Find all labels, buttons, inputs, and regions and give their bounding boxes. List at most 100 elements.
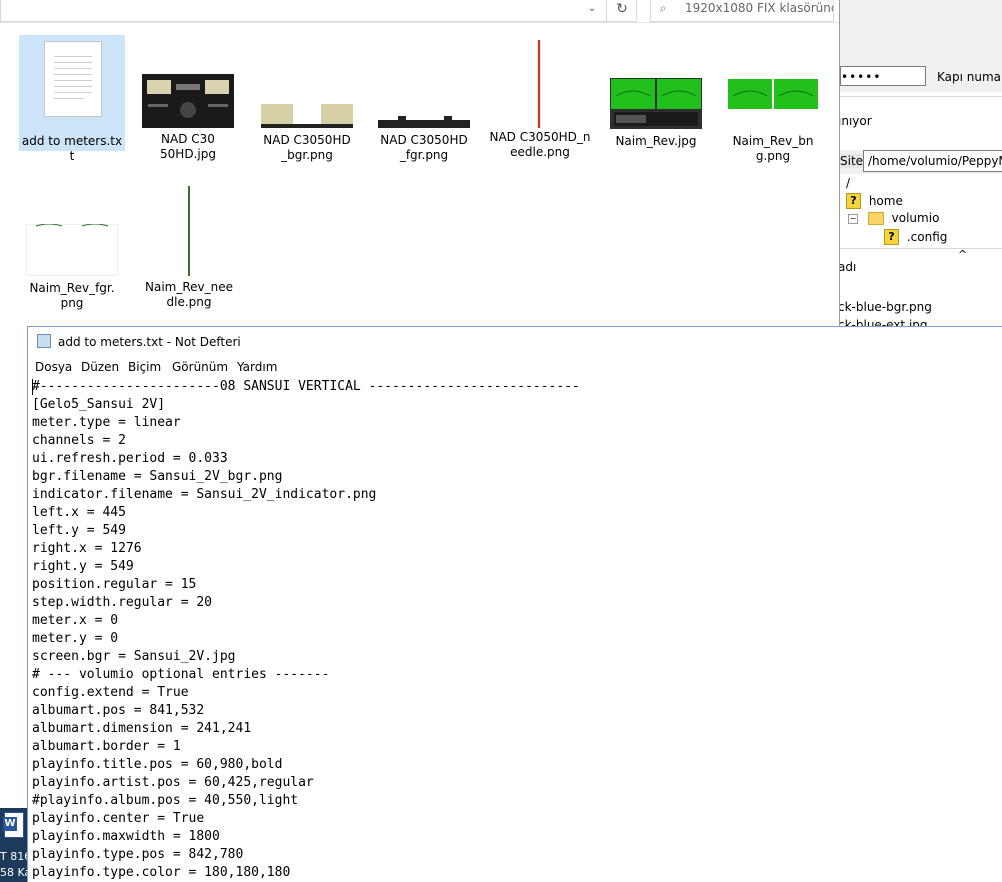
file-name: NAD C3050HD.jpg [160, 132, 216, 161]
text-line: channels = 2 [32, 433, 126, 448]
file-tile-naim-needle[interactable]: Naim_Rev_needle.png [135, 186, 243, 310]
search-input[interactable]: ⌕ 1920x1080 FIX klasöründ... [650, 0, 834, 22]
unknown-folder-icon: ? [846, 193, 861, 209]
file-tile-nad-fgr[interactable]: NAD C3050HD_fgr.png [370, 104, 478, 163]
file-name: NAD C3050HD_needle.png [489, 130, 591, 159]
text-line: playinfo.title.pos = 60,980,bold [32, 757, 283, 772]
status-text: ınıyor [838, 114, 872, 128]
menu-edit[interactable]: Düzen [81, 360, 119, 374]
remote-path-input[interactable]: /home/volumio/PeppyM [863, 150, 1002, 172]
unknown-folder-icon: ? [884, 229, 899, 245]
text-line: playinfo.artist.pos = 60,425,regular [32, 775, 314, 790]
explorer-address-row: ⌄ ↻ ⌕ 1920x1080 FIX klasöründ... [0, 0, 839, 23]
text-line: left.x = 445 [32, 505, 126, 520]
text-line: #playinfo.album.pos = 40,550,light [32, 793, 299, 808]
taskbar-label: T 816 [0, 850, 27, 863]
file-tile-naim-bng[interactable]: Naim_Rev_bng.png [719, 78, 827, 164]
word-document-icon[interactable]: W [3, 812, 24, 838]
text-line: # --- volumio optional entries ------- [32, 667, 330, 682]
column-header-name[interactable]: adı [838, 260, 856, 274]
search-placeholder: 1920x1080 FIX klasöründ... [685, 1, 834, 15]
text-line: albumart.border = 1 [32, 739, 181, 754]
text-line: position.regular = 15 [32, 577, 197, 592]
text-line: albumart.pos = 841,532 [32, 703, 205, 718]
taskbar-label: 58 Ka [0, 866, 27, 879]
text-line: meter.y = 0 [32, 631, 119, 646]
text-line: bgr.filename = Sansui_2V_bgr.png [32, 469, 283, 484]
desktop-area [0, 330, 27, 808]
text-line: right.x = 1276 [32, 541, 142, 556]
refresh-icon[interactable]: ↻ [606, 0, 637, 21]
file-tile-nad-needle[interactable]: NAD C3050HD_needle.png [486, 40, 594, 160]
text-line: config.extend = True [32, 685, 189, 700]
text-line: right.y = 549 [32, 559, 134, 574]
text-line: screen.bgr = Sansui_2V.jpg [32, 649, 236, 664]
address-bar[interactable] [0, 0, 637, 22]
text-line: meter.x = 0 [32, 613, 119, 628]
divider [838, 96, 1002, 97]
tree-node-home[interactable]: ? home [846, 193, 903, 209]
image-thumbnail [610, 78, 702, 129]
notepad-window: add to meters.txt - Not Defteri Dosya Dü… [27, 326, 1002, 882]
file-tile-nad-jpg[interactable]: NAD C3050HD.jpg [134, 74, 242, 162]
file-name: Naim_Rev_fgr.png [29, 281, 115, 310]
tree-node-volumio[interactable]: − volumio [848, 211, 939, 225]
image-thumbnail [188, 186, 190, 276]
text-line: playinfo.maxwidth = 1800 [32, 829, 220, 844]
text-document-icon [44, 41, 102, 117]
text-editor[interactable]: #-----------------------08 SANSUI VERTIC… [32, 378, 1002, 882]
tree-label-volumio: volumio [891, 211, 940, 225]
text-line: meter.type = linear [32, 415, 181, 430]
text-line: #-----------------------08 SANSUI VERTIC… [32, 379, 580, 394]
file-name: Naim_Rev.jpg [615, 134, 697, 148]
collapse-caret-icon[interactable]: ^ [958, 248, 967, 261]
tree-node-root[interactable]: / [846, 176, 850, 190]
sftp-client-window: ••••• Kapı numara ınıyor Site: /home/vol… [838, 0, 1002, 340]
search-icon: ⌕ [659, 1, 667, 15]
notepad-icon [37, 334, 51, 348]
sftp-toolbar [838, 0, 1002, 32]
chevron-down-icon[interactable]: ⌄ [578, 0, 606, 21]
file-name: NAD C3050HD_bgr.png [263, 133, 351, 162]
text-line: ui.refresh.period = 0.033 [32, 451, 228, 466]
file-tile-naim-fgr[interactable]: Naim_Rev_fgr.png [18, 224, 126, 311]
text-line: albumart.dimension = 241,241 [32, 721, 252, 736]
menu-format[interactable]: Biçim [128, 360, 161, 374]
text-line: playinfo.type.pos = 842,780 [32, 847, 244, 862]
file-name: add to meters.txt [21, 134, 123, 163]
menu-view[interactable]: Görünüm [172, 360, 228, 374]
image-thumbnail [727, 78, 819, 129]
menu-file[interactable]: Dosya [35, 360, 72, 374]
image-thumbnail [537, 40, 541, 128]
tree-label-config: .config [906, 229, 948, 244]
text-line: playinfo.center = True [32, 811, 205, 826]
file-tile-naim-jpg[interactable]: Naim_Rev.jpg [602, 78, 710, 149]
menu-help[interactable]: Yardım [237, 360, 277, 374]
text-cursor [32, 379, 33, 395]
text-line: [Gelo5_Sansui 2V] [32, 397, 166, 412]
tree-label-home: home [868, 193, 903, 208]
file-tile-add-to-meters[interactable]: add to meters.txt [19, 35, 125, 163]
window-title: add to meters.txt - Not Defteri [58, 335, 241, 349]
collapse-icon[interactable]: − [848, 213, 858, 224]
file-explorer-window: ⌄ ↻ ⌕ 1920x1080 FIX klasöründ... add to m… [0, 0, 840, 330]
text-line: left.y = 549 [32, 523, 126, 538]
tree-node-config[interactable]: ? .config [884, 229, 947, 245]
text-line: indicator.filename = Sansui_2V_indicator… [32, 487, 377, 502]
file-name: NAD C3050HD_fgr.png [380, 133, 468, 162]
text-line: step.width.regular = 20 [32, 595, 213, 610]
image-thumbnail [142, 74, 234, 128]
file-name: Naim_Rev_bng.png [732, 134, 814, 163]
password-field[interactable]: ••••• [840, 66, 926, 86]
image-thumbnail [378, 104, 470, 128]
file-name: Naim_Rev_needle.png [144, 280, 233, 309]
file-tile-nad-bgr[interactable]: NAD C3050HD_bgr.png [253, 104, 361, 163]
divider [838, 248, 1002, 249]
folder-icon [867, 212, 884, 225]
image-thumbnail [261, 104, 353, 128]
remote-tree: / ? home − volumio ? .config [838, 176, 1002, 248]
image-thumbnail [26, 224, 118, 276]
text-line: playinfo.type.color = 180,180,180 [32, 865, 291, 880]
title-bar[interactable]: add to meters.txt - Not Defteri [28, 327, 1002, 357]
list-item[interactable]: ck-blue-bgr.png [838, 300, 932, 314]
